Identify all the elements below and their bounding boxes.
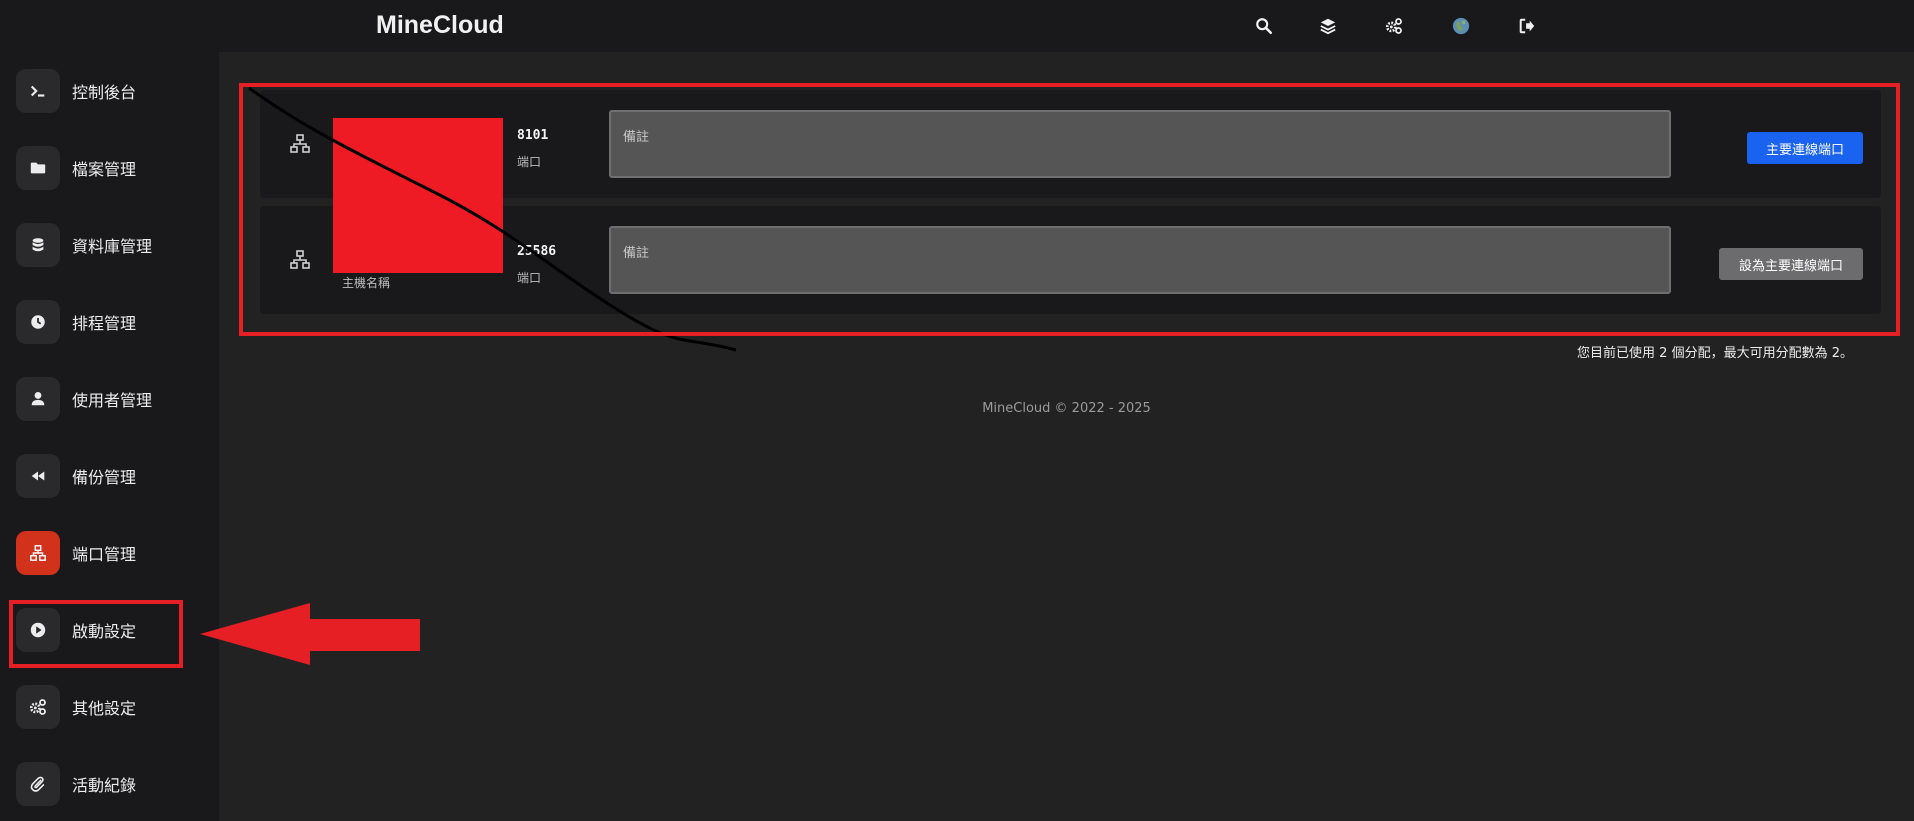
sidebar-item-label: 檔案管理	[72, 160, 137, 179]
user-icon	[16, 377, 60, 421]
sidebar-item-label: 端口管理	[72, 545, 137, 564]
sidebar-item-label: 其他設定	[72, 699, 137, 718]
sidebar-item-other-settings[interactable]: 其他設定	[16, 683, 216, 731]
logout-icon[interactable]	[1513, 12, 1541, 40]
annotation-box-startup	[9, 600, 183, 668]
database-icon	[16, 223, 60, 267]
sidebar-item-schedules[interactable]: 排程管理	[16, 298, 216, 346]
allocation-usage-text: 您目前已使用 2 個分配，最大可用分配數為 2。	[1577, 346, 1853, 361]
cogs-icon	[16, 685, 60, 729]
sidebar-item-label: 活動紀錄	[72, 776, 137, 795]
annotation-box-allocations	[239, 83, 1900, 336]
sidebar-item-label: 備份管理	[72, 468, 137, 487]
sidebar-item-label: 控制後台	[72, 83, 137, 102]
sidebar-item-ports[interactable]: 端口管理	[16, 529, 216, 577]
sidebar-item-console[interactable]: 控制後台	[16, 67, 216, 115]
sidebar-item-backups[interactable]: 備份管理	[16, 452, 216, 500]
folder-icon	[16, 146, 60, 190]
sidebar-item-database[interactable]: 資料庫管理	[16, 221, 216, 269]
clock-icon	[16, 300, 60, 344]
network-icon	[16, 531, 60, 575]
sidebar: 控制後台 檔案管理 資料庫管理 排程管理 使用者管理 備份管理 端口管理 啟動設…	[0, 52, 219, 821]
sidebar-item-files[interactable]: 檔案管理	[16, 144, 216, 192]
search-icon[interactable]	[1250, 12, 1278, 40]
globe-avatar-icon[interactable]	[1447, 12, 1475, 40]
paperclip-icon	[16, 762, 60, 806]
sidebar-item-label: 使用者管理	[72, 391, 153, 410]
footer: MineCloud © 2022 - 2025	[982, 401, 1151, 416]
rewind-icon	[16, 454, 60, 498]
app-title[interactable]: MineCloud	[376, 11, 504, 40]
sidebar-item-label: 資料庫管理	[72, 237, 153, 256]
terminal-icon	[16, 69, 60, 113]
sidebar-item-label: 排程管理	[72, 314, 137, 333]
sidebar-item-activity[interactable]: 活動紀錄	[16, 760, 216, 808]
sidebar-item-users[interactable]: 使用者管理	[16, 375, 216, 423]
cogs-icon[interactable]	[1380, 12, 1408, 40]
layers-icon[interactable]	[1314, 12, 1342, 40]
top-bar: MineCloud	[0, 0, 1914, 52]
